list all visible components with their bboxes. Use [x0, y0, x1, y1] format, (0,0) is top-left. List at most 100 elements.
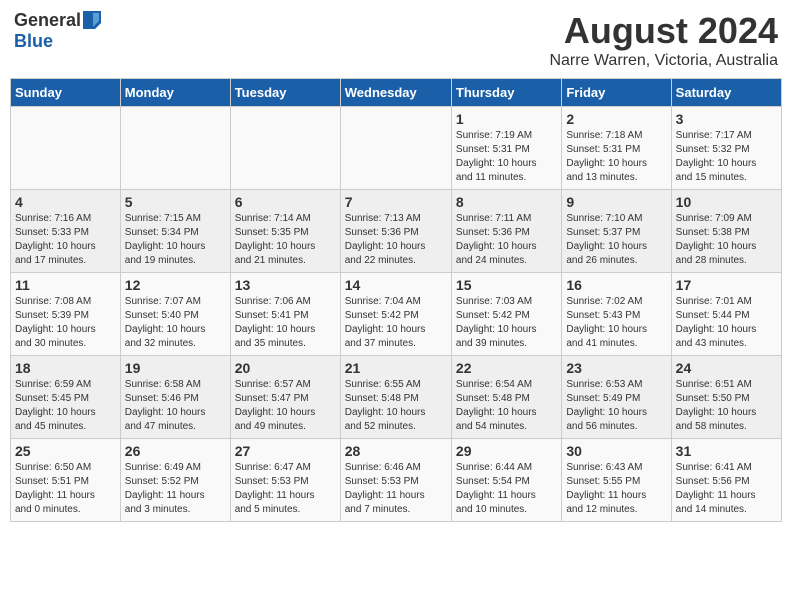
column-header-thursday: Thursday — [451, 79, 561, 107]
calendar-cell: 1Sunrise: 7:19 AM Sunset: 5:31 PM Daylig… — [451, 107, 561, 190]
day-number: 29 — [456, 443, 557, 459]
day-number: 31 — [676, 443, 777, 459]
calendar-cell — [11, 107, 121, 190]
column-header-tuesday: Tuesday — [230, 79, 340, 107]
calendar-week-row: 4Sunrise: 7:16 AM Sunset: 5:33 PM Daylig… — [11, 190, 782, 273]
calendar-cell: 17 Sunrise: 7:01 AM Sunset: 5:44 PM Dayli… — [671, 273, 781, 356]
calendar-cell: 15 Sunrise: 7:03 AM Sunset: 5:42 PM Dayli… — [451, 273, 561, 356]
calendar-cell: 14 Sunrise: 7:04 AM Sunset: 5:42 PM Dayli… — [340, 273, 451, 356]
calendar-cell: 16 Sunrise: 7:02 AM Sunset: 5:43 PM Dayli… — [562, 273, 671, 356]
day-info: Sunrise: 7:17 AM Sunset: 5:32 PM Dayligh… — [676, 129, 777, 185]
day-info: Sunrise: 6:53 AM Sunset: 5:49 PM Dayligh… — [566, 378, 666, 434]
calendar-cell: 9 Sunrise: 7:10 AM Sunset: 5:37 PM Daylig… — [562, 190, 671, 273]
day-number: 8 — [456, 194, 557, 210]
day-info: Sunrise: 7:01 AM Sunset: 5:44 PM Dayligh… — [676, 295, 777, 351]
day-number: 6 — [235, 194, 336, 210]
day-number: 5 — [125, 194, 226, 210]
day-number: 25 — [15, 443, 116, 459]
calendar-week-row: 25 Sunrise: 6:50 AM Sunset: 5:51 PM Dayli… — [11, 439, 782, 522]
day-number: 28 — [345, 443, 447, 459]
day-number: 17 — [676, 277, 777, 293]
day-info: Sunrise: 7:15 AM Sunset: 5:34 PM Dayligh… — [125, 212, 226, 268]
day-number: 26 — [125, 443, 226, 459]
page-subtitle: Narre Warren, Victoria, Australia — [549, 52, 778, 70]
calendar-cell: 8 Sunrise: 7:11 AM Sunset: 5:36 PM Daylig… — [451, 190, 561, 273]
calendar-cell: 20 Sunrise: 6:57 AM Sunset: 5:47 PM Dayli… — [230, 356, 340, 439]
calendar-cell: 27Sunrise: 6:47 AM Sunset: 5:53 PM Dayli… — [230, 439, 340, 522]
day-number: 2 — [566, 111, 666, 127]
calendar-cell: 29 Sunrise: 6:44 AM Sunset: 5:54 PM Dayli… — [451, 439, 561, 522]
day-number: 19 — [125, 360, 226, 376]
calendar-cell: 30 Sunrise: 6:43 AM Sunset: 5:55 PM Dayli… — [562, 439, 671, 522]
day-info: Sunrise: 7:09 AM Sunset: 5:38 PM Dayligh… — [676, 212, 777, 268]
calendar-table: SundayMondayTuesdayWednesdayThursdayFrid… — [10, 78, 782, 522]
calendar-week-row: 1Sunrise: 7:19 AM Sunset: 5:31 PM Daylig… — [11, 107, 782, 190]
day-info: Sunrise: 6:44 AM Sunset: 5:54 PM Dayligh… — [456, 461, 557, 517]
day-number: 10 — [676, 194, 777, 210]
calendar-header-row: SundayMondayTuesdayWednesdayThursdayFrid… — [11, 79, 782, 107]
day-info: Sunrise: 7:04 AM Sunset: 5:42 PM Dayligh… — [345, 295, 447, 351]
day-info: Sunrise: 6:49 AM Sunset: 5:52 PM Dayligh… — [125, 461, 226, 517]
calendar-cell: 2 Sunrise: 7:18 AM Sunset: 5:31 PM Daylig… — [562, 107, 671, 190]
logo-icon — [83, 11, 101, 29]
day-info: Sunrise: 7:11 AM Sunset: 5:36 PM Dayligh… — [456, 212, 557, 268]
day-info: Sunrise: 7:10 AM Sunset: 5:37 PM Dayligh… — [566, 212, 666, 268]
day-info: Sunrise: 6:50 AM Sunset: 5:51 PM Dayligh… — [15, 461, 116, 517]
calendar-cell: 12 Sunrise: 7:07 AM Sunset: 5:40 PM Dayli… — [120, 273, 230, 356]
calendar-week-row: 11 Sunrise: 7:08 AM Sunset: 5:39 PM Dayli… — [11, 273, 782, 356]
calendar-cell: 31 Sunrise: 6:41 AM Sunset: 5:56 PM Dayli… — [671, 439, 781, 522]
calendar-cell: 10 Sunrise: 7:09 AM Sunset: 5:38 PM Dayli… — [671, 190, 781, 273]
day-number: 16 — [566, 277, 666, 293]
day-number: 20 — [235, 360, 336, 376]
calendar-cell: 5 Sunrise: 7:15 AM Sunset: 5:34 PM Daylig… — [120, 190, 230, 273]
day-number: 27 — [235, 443, 336, 459]
column-header-monday: Monday — [120, 79, 230, 107]
column-header-saturday: Saturday — [671, 79, 781, 107]
calendar-cell: 7Sunrise: 7:13 AM Sunset: 5:36 PM Daylig… — [340, 190, 451, 273]
day-info: Sunrise: 6:51 AM Sunset: 5:50 PM Dayligh… — [676, 378, 777, 434]
calendar-cell — [340, 107, 451, 190]
day-number: 14 — [345, 277, 447, 293]
column-header-sunday: Sunday — [11, 79, 121, 107]
day-number: 11 — [15, 277, 116, 293]
day-info: Sunrise: 7:06 AM Sunset: 5:41 PM Dayligh… — [235, 295, 336, 351]
day-number: 15 — [456, 277, 557, 293]
calendar-cell — [120, 107, 230, 190]
day-number: 21 — [345, 360, 447, 376]
logo-blue: Blue — [14, 31, 53, 52]
calendar-cell: 4Sunrise: 7:16 AM Sunset: 5:33 PM Daylig… — [11, 190, 121, 273]
day-info: Sunrise: 6:41 AM Sunset: 5:56 PM Dayligh… — [676, 461, 777, 517]
day-info: Sunrise: 6:43 AM Sunset: 5:55 PM Dayligh… — [566, 461, 666, 517]
day-number: 3 — [676, 111, 777, 127]
calendar-cell: 22Sunrise: 6:54 AM Sunset: 5:48 PM Dayli… — [451, 356, 561, 439]
logo-general: General — [14, 10, 81, 31]
day-number: 30 — [566, 443, 666, 459]
calendar-cell: 28Sunrise: 6:46 AM Sunset: 5:53 PM Dayli… — [340, 439, 451, 522]
day-info: Sunrise: 7:18 AM Sunset: 5:31 PM Dayligh… — [566, 129, 666, 185]
day-info: Sunrise: 6:58 AM Sunset: 5:46 PM Dayligh… — [125, 378, 226, 434]
day-info: Sunrise: 7:02 AM Sunset: 5:43 PM Dayligh… — [566, 295, 666, 351]
page-title: August 2024 — [549, 10, 778, 52]
day-info: Sunrise: 7:07 AM Sunset: 5:40 PM Dayligh… — [125, 295, 226, 351]
calendar-week-row: 18Sunrise: 6:59 AM Sunset: 5:45 PM Dayli… — [11, 356, 782, 439]
calendar-cell: 18Sunrise: 6:59 AM Sunset: 5:45 PM Dayli… — [11, 356, 121, 439]
title-area: August 2024 Narre Warren, Victoria, Aust… — [549, 10, 778, 70]
day-number: 12 — [125, 277, 226, 293]
column-header-wednesday: Wednesday — [340, 79, 451, 107]
day-number: 24 — [676, 360, 777, 376]
calendar-cell — [230, 107, 340, 190]
calendar-cell: 21 Sunrise: 6:55 AM Sunset: 5:48 PM Dayli… — [340, 356, 451, 439]
day-number: 9 — [566, 194, 666, 210]
calendar-cell: 13Sunrise: 7:06 AM Sunset: 5:41 PM Dayli… — [230, 273, 340, 356]
day-info: Sunrise: 6:54 AM Sunset: 5:48 PM Dayligh… — [456, 378, 557, 434]
day-info: Sunrise: 6:57 AM Sunset: 5:47 PM Dayligh… — [235, 378, 336, 434]
calendar-cell: 6Sunrise: 7:14 AM Sunset: 5:35 PM Daylig… — [230, 190, 340, 273]
day-info: Sunrise: 7:16 AM Sunset: 5:33 PM Dayligh… — [15, 212, 116, 268]
day-info: Sunrise: 7:08 AM Sunset: 5:39 PM Dayligh… — [15, 295, 116, 351]
day-info: Sunrise: 7:03 AM Sunset: 5:42 PM Dayligh… — [456, 295, 557, 351]
calendar-cell: 19 Sunrise: 6:58 AM Sunset: 5:46 PM Dayli… — [120, 356, 230, 439]
calendar-cell: 24 Sunrise: 6:51 AM Sunset: 5:50 PM Dayli… — [671, 356, 781, 439]
day-info: Sunrise: 7:13 AM Sunset: 5:36 PM Dayligh… — [345, 212, 447, 268]
header: General Blue August 2024 Narre Warren, V… — [10, 10, 782, 70]
day-info: Sunrise: 6:55 AM Sunset: 5:48 PM Dayligh… — [345, 378, 447, 434]
